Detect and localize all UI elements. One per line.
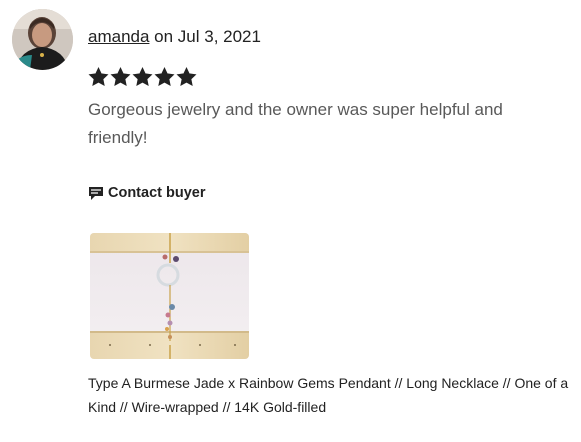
product-image xyxy=(90,233,249,359)
star-icon xyxy=(154,67,175,87)
avatar[interactable] xyxy=(12,9,73,70)
review-date: on Jul 3, 2021 xyxy=(149,27,261,46)
review-card: amanda on Jul 3, 2021 Gorgeous jewelry a… xyxy=(0,0,581,442)
review-meta: amanda on Jul 3, 2021 xyxy=(88,26,261,48)
product-thumbnail[interactable] xyxy=(90,233,249,359)
author-link[interactable]: amanda xyxy=(88,27,149,46)
star-icon xyxy=(110,67,131,87)
product-title-link[interactable]: Type A Burmese Jade x Rainbow Gems Penda… xyxy=(88,371,573,419)
message-icon xyxy=(88,185,104,201)
star-icon xyxy=(176,67,197,87)
contact-buyer-button[interactable]: Contact buyer xyxy=(88,185,206,201)
review-text: Gorgeous jewelry and the owner was super… xyxy=(88,100,503,147)
star-icon xyxy=(132,67,153,87)
contact-buyer-label: Contact buyer xyxy=(108,185,206,201)
star-icon xyxy=(88,67,109,87)
star-rating xyxy=(88,66,197,90)
avatar-image xyxy=(12,9,73,70)
